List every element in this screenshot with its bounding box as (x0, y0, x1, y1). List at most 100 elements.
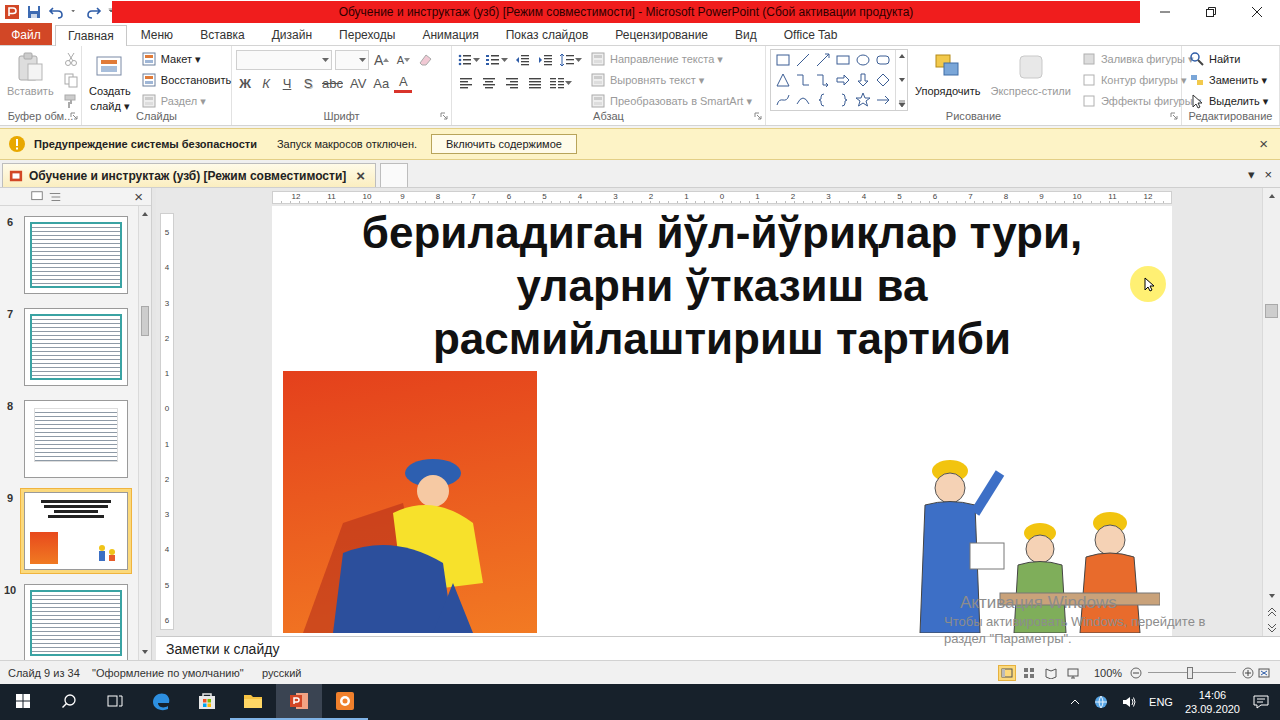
slide-thumbnail[interactable]: 7 (0, 304, 138, 396)
paste-button[interactable]: Вставить (4, 49, 57, 100)
slides-tab-icon[interactable] (30, 190, 44, 204)
shape-icon[interactable] (815, 52, 831, 68)
panel-scrollbar[interactable] (138, 206, 151, 660)
columns-button[interactable] (548, 73, 573, 93)
justify-button[interactable] (525, 73, 545, 93)
document-tab[interactable] (380, 163, 408, 187)
editing-item[interactable]: Заменить ▾ (1186, 70, 1271, 90)
panel-close-button[interactable]: × (130, 189, 147, 205)
file-tab[interactable]: Файл (0, 23, 52, 45)
shape-format-item[interactable]: Контур фигуры ▾ (1078, 70, 1204, 90)
ribbon-tab[interactable]: Анимация (409, 24, 491, 45)
normal-view-button[interactable] (998, 665, 1016, 681)
shape-icon[interactable] (855, 72, 871, 88)
shape-icon[interactable] (815, 72, 831, 88)
increase-indent-button[interactable] (535, 50, 555, 70)
enable-content-button[interactable]: Включить содержимое (431, 134, 577, 154)
bold-button[interactable]: Ж (236, 73, 254, 93)
notifications-icon[interactable] (1252, 693, 1270, 711)
grow-font-button[interactable]: A (372, 50, 391, 70)
align-center-button[interactable] (479, 73, 499, 93)
slide[interactable]: бериладиган йўл-йўриқлар тури,уларни ўтк… (272, 206, 1172, 636)
arrange-button[interactable]: Упорядочить (912, 49, 983, 100)
redo-icon[interactable] (86, 4, 102, 20)
paragraph-menu-item[interactable]: Преобразовать в SmartArt ▾ (587, 91, 755, 111)
align-left-button[interactable] (456, 73, 476, 93)
shape-icon[interactable] (775, 92, 791, 108)
ribbon-tab[interactable]: Вставка (187, 24, 258, 45)
shape-icon[interactable] (875, 72, 891, 88)
new-slide-button[interactable]: Создатьслайд ▾ (86, 49, 134, 115)
shadow-button[interactable]: S (299, 73, 317, 93)
zoom-level[interactable]: 100% (1094, 667, 1130, 679)
previous-slide-button[interactable] (1263, 604, 1280, 620)
minimize-button[interactable] (1142, 0, 1188, 24)
language[interactable]: русский (262, 667, 311, 679)
tab-close-button[interactable]: × (352, 168, 369, 184)
shape-icon[interactable] (815, 92, 831, 108)
ribbon-tab[interactable]: Рецензирование (602, 24, 721, 45)
slide-title[interactable]: бериладиган йўл-йўриқлар тури,уларни ўтк… (272, 206, 1172, 365)
edge-taskbar-button[interactable] (138, 684, 184, 720)
italic-button[interactable]: К (257, 73, 275, 93)
scroll-thumb[interactable] (1265, 304, 1278, 318)
ribbon-tab[interactable]: Меню (128, 24, 186, 45)
start-button[interactable] (0, 684, 46, 720)
decrease-indent-button[interactable] (512, 50, 532, 70)
shape-icon[interactable] (855, 52, 871, 68)
shape-format-item[interactable]: Заливка фигуры ▾ (1078, 49, 1204, 69)
shape-icon[interactable] (795, 52, 811, 68)
slide-thumbnail[interactable]: 9 (0, 488, 138, 580)
safety-poster-image[interactable] (283, 371, 537, 633)
case-button[interactable]: Aa (371, 73, 391, 93)
undo-icon[interactable] (48, 4, 64, 20)
format-painter-button[interactable] (61, 91, 81, 111)
slides-menu-item[interactable]: Восстановить (138, 70, 234, 90)
slides-menu-item[interactable]: Макет ▾ (138, 49, 234, 69)
shape-icon[interactable] (775, 72, 791, 88)
shape-format-item[interactable]: Эффекты фигуры ▾ (1078, 91, 1204, 111)
speaker-icon[interactable] (1121, 694, 1137, 710)
fit-slide-button[interactable] (1254, 663, 1274, 683)
underline-button[interactable]: Ч (278, 73, 296, 93)
recorder-taskbar-button[interactable] (322, 684, 368, 720)
numbering-button[interactable] (484, 50, 509, 70)
zoom-slider[interactable] (1148, 667, 1236, 679)
shape-icon[interactable] (835, 92, 851, 108)
paragraph-menu-item[interactable]: Направление текста ▾ (587, 49, 755, 69)
font-name-field[interactable] (236, 50, 332, 70)
scroll-thumb[interactable] (141, 306, 149, 336)
store-taskbar-button[interactable] (184, 684, 230, 720)
shape-icon[interactable] (795, 92, 811, 108)
editor-scrollbar[interactable] (1262, 188, 1280, 636)
ribbon-tab[interactable]: Office Tab (771, 24, 851, 45)
paragraph-menu-item[interactable]: Выровнять текст ▾ (587, 70, 755, 90)
reading-view-button[interactable] (1042, 665, 1060, 681)
explorer-taskbar-button[interactable] (230, 684, 276, 720)
save-icon[interactable] (26, 4, 42, 20)
ribbon-tab[interactable]: Вид (722, 24, 770, 45)
editing-item[interactable]: Выделить ▾ (1186, 91, 1271, 111)
ribbon-tab[interactable]: Переходы (326, 24, 408, 45)
cartoon-image[interactable] (900, 371, 1160, 633)
search-button[interactable] (46, 684, 92, 720)
document-tab[interactable]: Обучение и инструктаж (узб) [Режим совме… (2, 163, 376, 187)
bullets-button[interactable] (456, 50, 481, 70)
sorter-view-button[interactable] (1020, 665, 1038, 681)
shape-icon[interactable] (855, 92, 871, 108)
font-size-field[interactable] (335, 50, 369, 70)
restore-button[interactable] (1188, 0, 1234, 24)
input-language[interactable]: ENG (1149, 696, 1173, 708)
zoom-in-icon[interactable] (1242, 667, 1254, 679)
strike-button[interactable]: abc (320, 73, 345, 93)
spacing-button[interactable]: AV (348, 73, 368, 93)
slide-thumbnail[interactable]: 8 (0, 396, 138, 488)
customize-icon[interactable] (70, 7, 80, 17)
shape-icon[interactable] (875, 52, 891, 68)
cut-button[interactable] (61, 49, 81, 69)
quick-styles-button[interactable]: Экспресс-стили (987, 49, 1073, 100)
align-right-button[interactable] (502, 73, 522, 93)
ribbon-tab[interactable]: Главная (55, 25, 127, 46)
copy-button[interactable] (61, 70, 81, 90)
zoom-out-icon[interactable] (1130, 667, 1142, 679)
